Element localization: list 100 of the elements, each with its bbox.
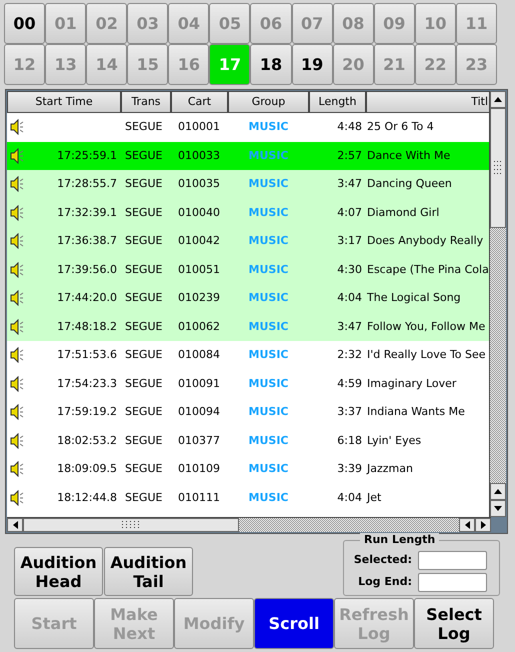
- group-cell: MUSIC: [248, 120, 288, 133]
- start-time-cell-text: 17:48:18.2: [57, 318, 117, 334]
- left-arrow-icon: [12, 521, 18, 529]
- left-arrow-icon: [464, 521, 470, 529]
- log-row[interactable]: 17:44:20.0 SEGUE 010239 MUSIC 4:04 The Logical Song: [7, 284, 490, 312]
- speaker-icon: [10, 461, 24, 478]
- cart-cell: 010084: [178, 348, 220, 361]
- start-time-cell-text: 17:59:19.2: [57, 404, 117, 420]
- scroll-thumb[interactable]: [23, 518, 239, 532]
- start-time-cell-text: 17:32:39.1: [57, 204, 117, 220]
- scroll-up-button[interactable]: [490, 91, 506, 108]
- cart-cell: 010001: [178, 120, 220, 133]
- right-arrow-icon: [480, 521, 486, 529]
- trans-cell: SEGUE: [125, 234, 162, 247]
- length-cell: 2:32: [337, 348, 362, 361]
- start-time-cell-text: 17:25:59.1: [57, 148, 117, 164]
- scroll-up-button[interactable]: [490, 483, 506, 500]
- group-cell: MUSIC: [248, 320, 288, 332]
- start-time-cell-text: 18:09:09.5: [57, 461, 117, 477]
- length-cell: 3:47: [337, 177, 362, 190]
- speaker-icon: [10, 262, 24, 278]
- speaker-icon: [10, 204, 24, 221]
- column-header[interactable]: Length: [309, 91, 366, 113]
- scroll-right-button[interactable]: [475, 518, 491, 532]
- speaker-icon: [10, 148, 24, 164]
- group-cell: MUSIC: [248, 177, 288, 190]
- log-row[interactable]: 17:39:56.0 SEGUE 010051 MUSIC 4:30 Escape (The Pina Cola: [7, 256, 490, 284]
- vertical-scrollbar[interactable]: [489, 91, 506, 517]
- cart-cell: 010042: [178, 234, 220, 247]
- speaker-icon: [10, 233, 24, 250]
- up-arrow-icon: [494, 489, 502, 494]
- scroll-thumb[interactable]: [490, 108, 506, 228]
- action-button[interactable]: Scroll: [254, 598, 334, 649]
- trans-cell: SEGUE: [125, 320, 162, 332]
- trans-cell: SEGUE: [125, 177, 162, 190]
- start-time-cell-text: 18:02:53.2: [57, 432, 117, 448]
- title-cell: Escape (The Pina Cola: [367, 262, 489, 276]
- start-time-cell-text: 17:39:56.0: [57, 262, 117, 278]
- trans-cell: SEGUE: [125, 291, 162, 304]
- cart-cell: 010109: [178, 462, 220, 475]
- group-cell: MUSIC: [248, 462, 288, 475]
- column-header[interactable]: Start Time: [7, 91, 121, 113]
- length-cell: 4:48: [337, 120, 362, 133]
- group-cell: MUSIC: [248, 405, 288, 418]
- speaker-icon: [10, 119, 24, 136]
- start-time-cell-text: 17:54:23.3: [57, 376, 117, 392]
- hour-button[interactable]: 19: [292, 44, 333, 85]
- trans-cell: SEGUE: [125, 120, 162, 133]
- cart-cell: 010111: [178, 490, 220, 504]
- speaker-icon: [10, 176, 24, 192]
- title-cell: Lyin' Eyes: [367, 434, 422, 446]
- start-time-cell-text: 17:51:53.6: [57, 347, 117, 363]
- group-cell: MUSIC: [248, 490, 288, 504]
- scroll-left-button[interactable]: [7, 518, 23, 532]
- speaker-icon: [10, 318, 24, 335]
- length-cell: 3:39: [337, 462, 362, 475]
- title-cell: Dancing Queen: [367, 177, 452, 190]
- length-cell: 3:17: [337, 234, 362, 247]
- start-time-cell-text: 17:36:38.7: [57, 233, 117, 249]
- group-cell: MUSIC: [248, 234, 288, 247]
- title-cell: The Logical Song: [367, 291, 461, 304]
- title-cell: Indiana Wants Me: [367, 405, 465, 418]
- audition-button[interactable]: Audition Tail: [104, 547, 193, 596]
- scroll-down-button[interactable]: [490, 500, 506, 517]
- down-arrow-icon: [494, 506, 502, 511]
- column-header[interactable]: Group: [228, 91, 309, 113]
- cart-cell: 010062: [178, 320, 220, 332]
- trans-cell: SEGUE: [125, 148, 162, 162]
- log-row[interactable]: 17:28:55.7 SEGUE 010035 MUSIC 3:47 Dancing Queen: [7, 170, 490, 198]
- hour-button[interactable]: 18: [250, 44, 292, 85]
- cart-cell: 010239: [178, 291, 220, 304]
- speaker-icon: [10, 376, 24, 392]
- title-cell: I'd Really Love To See: [367, 348, 486, 361]
- speaker-icon: [10, 490, 24, 506]
- log-row[interactable]: 17:32:39.1 SEGUE 010040 MUSIC 4:07 Diamond Girl: [7, 198, 490, 227]
- audition-button[interactable]: Audition Head: [14, 547, 103, 596]
- horizontal-scrollbar[interactable]: [7, 517, 491, 532]
- column-header[interactable]: Titl: [366, 91, 490, 113]
- column-header[interactable]: Cart: [171, 91, 228, 113]
- log-row[interactable]: 17:36:38.7 SEGUE 010042 MUSIC 3:17 Does Anybody Really: [7, 227, 490, 256]
- column-header[interactable]: Trans: [121, 91, 171, 113]
- start-time-cell-text: 17:28:55.7: [57, 176, 117, 192]
- title-cell: 25 Or 6 To 4: [367, 120, 434, 133]
- group-cell: MUSIC: [248, 206, 288, 218]
- log-row[interactable]: 17:25:59.1 SEGUE 010033 MUSIC 2:57 Dance With Me: [7, 142, 490, 170]
- start-time-cell-text: 18:12:44.8: [57, 490, 117, 506]
- scroll-left-button[interactable]: [459, 518, 475, 532]
- start-time-cell-text: 17:44:20.0: [57, 290, 117, 306]
- log-end-field[interactable]: [418, 573, 487, 592]
- title-cell: Jazzman: [367, 462, 413, 475]
- trans-cell: SEGUE: [125, 376, 162, 390]
- selected-length-field[interactable]: [418, 551, 487, 570]
- trans-cell: SEGUE: [125, 434, 162, 446]
- action-button[interactable]: Select Log: [414, 598, 494, 649]
- hour-button[interactable]: 00: [4, 3, 46, 44]
- speaker-icon: [10, 432, 24, 449]
- speaker-icon: [10, 290, 24, 306]
- log-row[interactable]: 17:48:18.2 SEGUE 010062 MUSIC 3:47 Follow You, Follow Me: [7, 312, 490, 341]
- field-label: Selected:: [354, 552, 412, 568]
- group-cell: MUSIC: [248, 376, 288, 390]
